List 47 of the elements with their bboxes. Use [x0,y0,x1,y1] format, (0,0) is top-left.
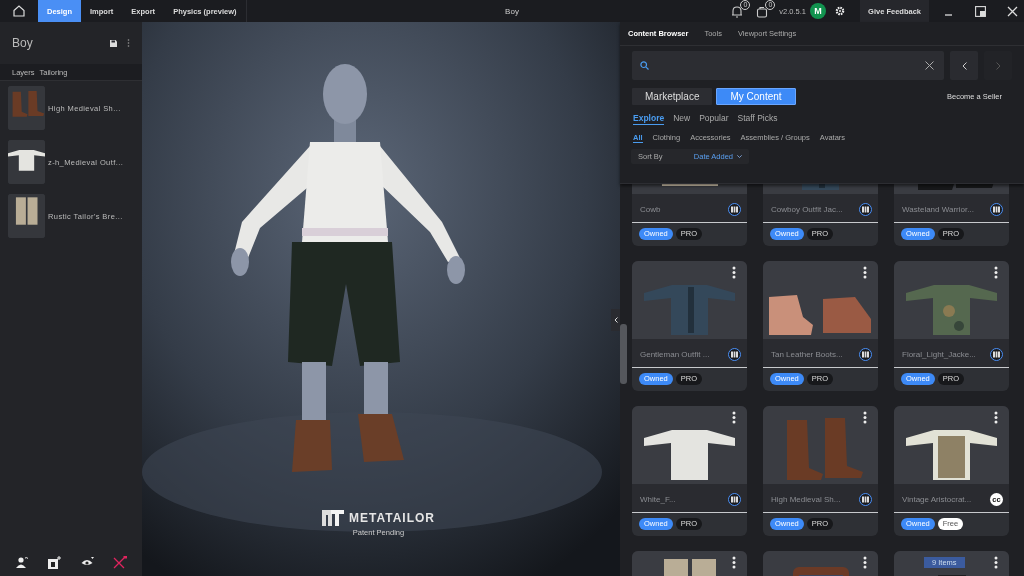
asset-name: Cowb [640,204,662,214]
asset-name: Vintage Aristocrat... [902,494,973,504]
home-icon [13,5,25,17]
asset-name: Floral_Light_Jacke... [902,349,977,359]
asset-name: Wasteland Warrior... [902,204,975,214]
chevron-right-icon [995,61,1001,70]
more-icon[interactable] [863,556,867,569]
box-icon [755,4,769,18]
section-tab[interactable]: Explore [633,113,665,125]
more-icon[interactable] [732,556,736,569]
source-tab[interactable]: Marketplace [632,88,713,105]
more-icon[interactable] [863,411,867,424]
delete-icon [112,555,127,569]
project-title: Boy [12,36,33,50]
bell-icon [731,4,744,18]
more-icon[interactable] [994,556,998,569]
settings-icon[interactable] [835,6,846,16]
search-icon [640,61,649,70]
more-icon[interactable] [863,266,867,279]
window-title: Boy [505,6,519,16]
section-tab[interactable]: New [673,113,691,125]
close-icon[interactable] [1007,5,1018,17]
asset-name: White_F... [640,494,677,504]
clear-icon[interactable] [925,61,934,70]
chevron-left-icon [613,317,618,323]
asset-name: Tan Leather Boots... [771,349,844,359]
more-icon[interactable] [732,266,736,279]
logo-icon [322,510,344,526]
more-icon[interactable] [732,411,736,424]
asset-name: Gentleman Outfit ... [640,349,711,359]
asset-name: Cowboy Outfit Jac... [771,204,844,214]
more-icon[interactable] [994,266,998,279]
scrollbar-thumb[interactable] [620,324,627,384]
more-icon[interactable] [994,411,998,424]
brand-name: METATAILOR [349,511,435,525]
section-tab[interactable]: Staff Picks [737,113,778,125]
save-icon[interactable] [110,39,117,47]
asset-name: High Medieval Sh... [771,494,842,504]
eye-icon [80,557,94,567]
restore-icon[interactable] [975,5,986,17]
person-icon [15,556,29,568]
section-tab[interactable]: Popular [699,113,729,125]
caret-icon [737,155,742,158]
collapse-button[interactable] [611,309,620,331]
search-field[interactable] [632,51,944,80]
user-avatar[interactable]: M [810,3,827,19]
chevron-left-icon [961,61,967,70]
